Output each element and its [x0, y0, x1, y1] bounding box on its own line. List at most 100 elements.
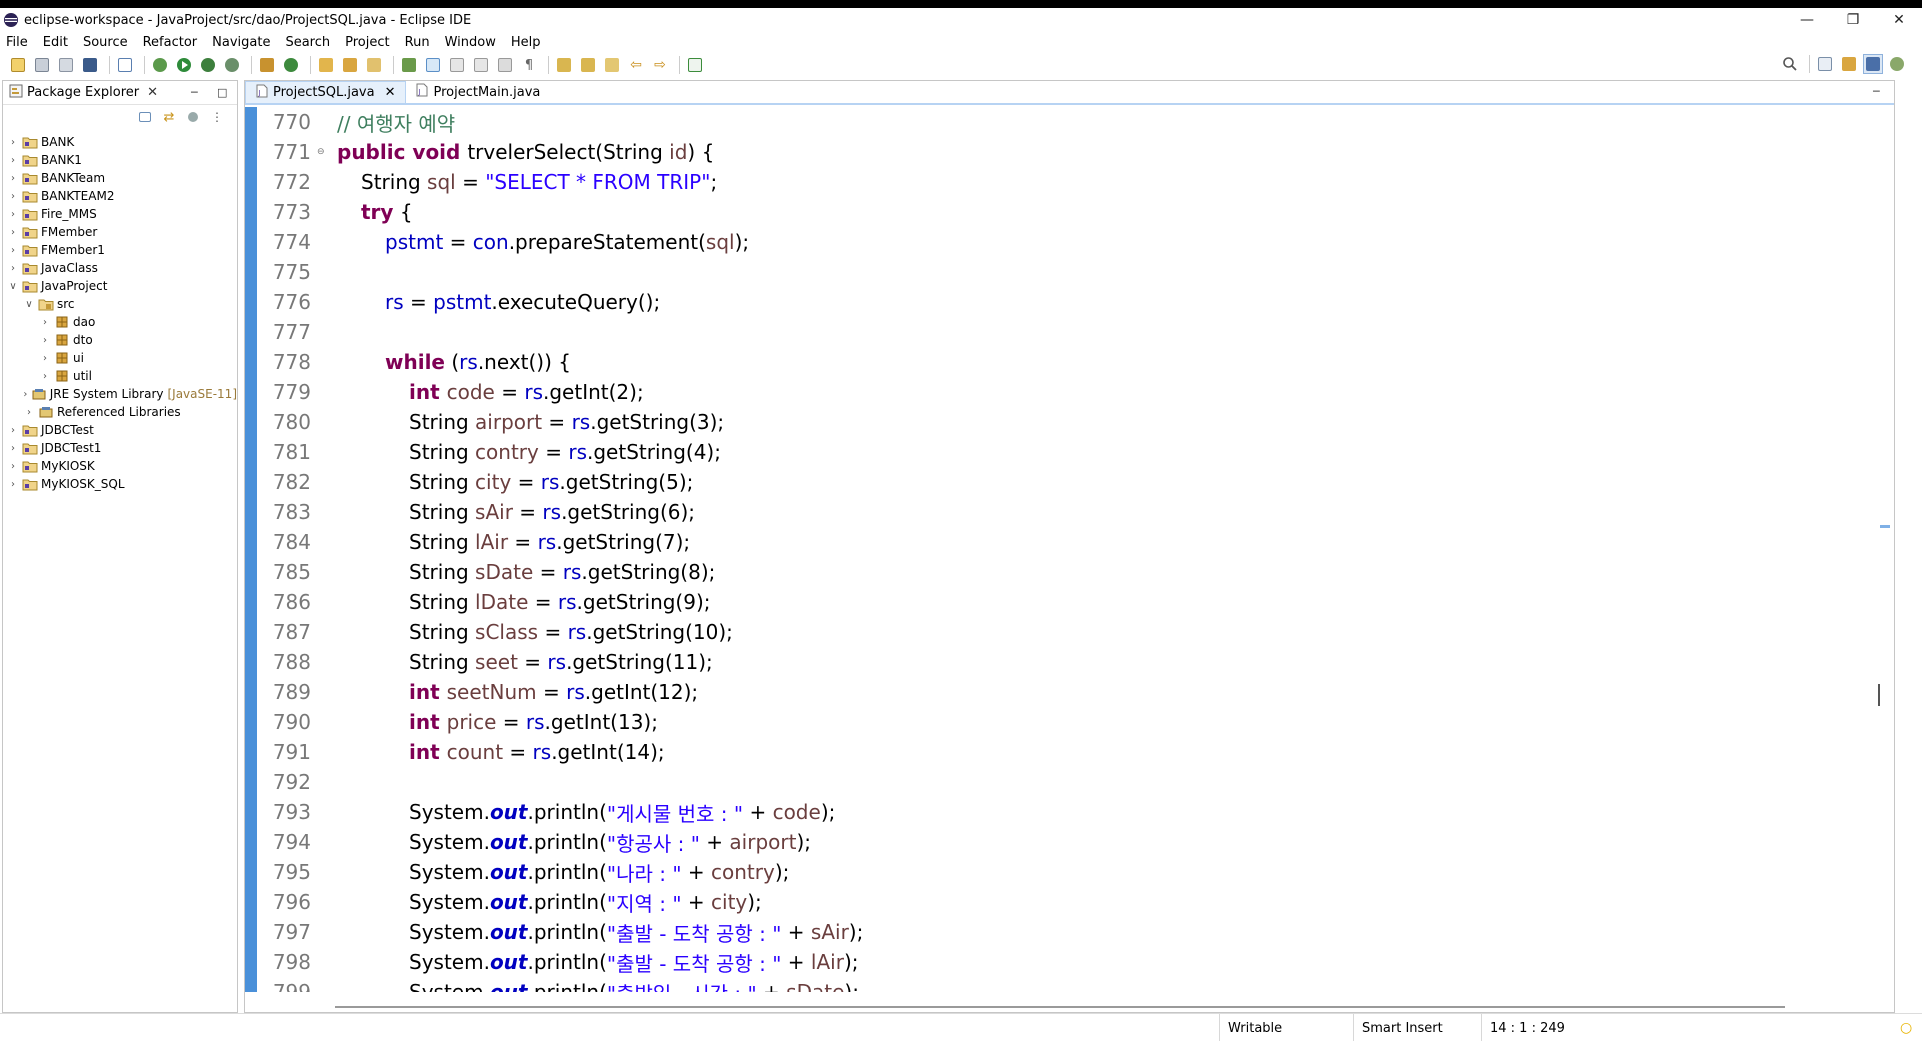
- menu-file[interactable]: File: [6, 35, 28, 50]
- next-annotation-icon[interactable]: [554, 55, 574, 75]
- code-line[interactable]: while (rs .next()) {: [327, 347, 1894, 377]
- horizontal-scrollbar[interactable]: [335, 1004, 1785, 1010]
- previous-annotation-icon[interactable]: [578, 55, 598, 75]
- chevron-right-icon[interactable]: ›: [39, 317, 51, 328]
- tree-item-bank1[interactable]: › BANK1: [3, 151, 237, 169]
- code-line[interactable]: String contry = rs .getString(4);: [327, 437, 1894, 467]
- external-tools-icon[interactable]: [222, 55, 242, 75]
- java-ee-perspective-icon[interactable]: [1839, 54, 1859, 74]
- code-editor[interactable]: 770 771 772 773 774 775 776 777 778 779 780 781 782 7…: [245, 107, 1894, 992]
- tree-item-referenced-libraries[interactable]: › Referenced Libraries: [3, 403, 237, 421]
- maximize-view-icon[interactable]: □: [217, 86, 227, 99]
- code-line[interactable]: String lAir = rs .getString(7);: [327, 527, 1894, 557]
- tree-item-fire-mms[interactable]: › Fire_MMS: [3, 205, 237, 223]
- pin-editor-icon[interactable]: [685, 55, 705, 75]
- menu-search[interactable]: Search: [285, 35, 330, 50]
- code-line[interactable]: String sDate = rs .getString(8);: [327, 557, 1894, 587]
- code-line[interactable]: [327, 257, 1894, 287]
- tree-item-ui[interactable]: › ui: [3, 349, 237, 367]
- tree-item-fmember[interactable]: › FMember: [3, 223, 237, 241]
- tree-item-dto[interactable]: › dto: [3, 331, 237, 349]
- new-java-class-icon[interactable]: [281, 55, 301, 75]
- menu-run[interactable]: Run: [405, 35, 430, 50]
- code-line[interactable]: System. out .println("게시물 번호 : " + code);: [327, 797, 1894, 827]
- filters-icon[interactable]: [183, 107, 203, 127]
- search-icon[interactable]: [1780, 54, 1800, 74]
- code-line[interactable]: String lDate = rs .getString(9);: [327, 587, 1894, 617]
- back-icon[interactable]: ⇦: [626, 55, 646, 75]
- chevron-right-icon[interactable]: ›: [7, 479, 19, 490]
- save-icon[interactable]: [32, 55, 52, 75]
- chevron-right-icon[interactable]: ›: [7, 227, 19, 238]
- word-wrap-icon[interactable]: [471, 55, 491, 75]
- menu-window[interactable]: Window: [445, 35, 496, 50]
- fold-toggle-icon[interactable]: ⊖: [317, 137, 327, 167]
- overview-marker[interactable]: [1878, 684, 1880, 706]
- open-task-icon[interactable]: [340, 55, 360, 75]
- code-line[interactable]: rs = pstmt .executeQuery();: [327, 287, 1894, 317]
- menu-source[interactable]: Source: [83, 35, 128, 50]
- chevron-right-icon[interactable]: ›: [7, 209, 19, 220]
- chevron-right-icon[interactable]: ›: [7, 137, 19, 148]
- chevron-down-icon[interactable]: ∨: [7, 281, 19, 292]
- tree-item-mykiosk-sql[interactable]: › MyKIOSK_SQL: [3, 475, 237, 493]
- code-line[interactable]: String sClass = rs .getString(10);: [327, 617, 1894, 647]
- chevron-right-icon[interactable]: ›: [7, 245, 19, 256]
- new-java-package-icon[interactable]: [257, 55, 277, 75]
- tab-projectmain[interactable]: J ProjectMain.java: [406, 81, 550, 103]
- link-with-editor-icon[interactable]: ⇄: [159, 107, 179, 127]
- tree-item-util[interactable]: › util: [3, 367, 237, 385]
- code-line[interactable]: [327, 767, 1894, 797]
- minimize-view-icon[interactable]: ─: [191, 86, 198, 99]
- toggle-mark-occurrences-icon[interactable]: [399, 55, 419, 75]
- chevron-down-icon[interactable]: ∨: [23, 299, 35, 310]
- chevron-right-icon[interactable]: ›: [39, 335, 51, 346]
- chevron-right-icon[interactable]: ›: [7, 461, 19, 472]
- chevron-right-icon[interactable]: ›: [7, 155, 19, 166]
- minimize-view-icon[interactable]: ─: [1873, 85, 1880, 98]
- code-line[interactable]: String city = rs .getString(5);: [327, 467, 1894, 497]
- code-line[interactable]: System.out.println("출발일 - 시간 : " + sDate…: [327, 977, 1894, 992]
- tree-item-jre-system-library[interactable]: › JRE System Library [JavaSE-11]: [3, 385, 237, 403]
- code-line[interactable]: int price = rs .getInt(13);: [327, 707, 1894, 737]
- tree-item-fmember1[interactable]: › FMember1: [3, 241, 237, 259]
- code-line[interactable]: String sql = "SELECT * FROM TRIP";: [327, 167, 1894, 197]
- tree-item-javaproject[interactable]: ∨ JavaProject: [3, 277, 237, 295]
- code-line[interactable]: System. out .println("출발 - 도착 공항 : " + lAi…: [327, 947, 1894, 977]
- chevron-right-icon[interactable]: ›: [23, 389, 28, 400]
- chevron-right-icon[interactable]: ›: [7, 191, 19, 202]
- lightbulb-icon[interactable]: ○: [1900, 1020, 1912, 1036]
- menu-help[interactable]: Help: [511, 35, 541, 50]
- close-icon[interactable]: ✕: [385, 85, 396, 100]
- restore-icon[interactable]: ❐: [1830, 8, 1876, 32]
- overview-ruler[interactable]: [1878, 107, 1892, 992]
- save-all-icon[interactable]: [56, 55, 76, 75]
- show-whitespace-icon[interactable]: [495, 55, 515, 75]
- chevron-right-icon[interactable]: ›: [7, 443, 19, 454]
- open-type-icon[interactable]: [316, 55, 336, 75]
- code-line[interactable]: pstmt = con .prepareStatement(sql);: [327, 227, 1894, 257]
- package-explorer-tab[interactable]: Package Explorer ✕: [3, 81, 237, 105]
- skip-breakpoints-icon[interactable]: [115, 55, 135, 75]
- debug-icon[interactable]: [150, 55, 170, 75]
- code-line[interactable]: public void trvelerSelect(String id) {: [327, 137, 1894, 167]
- chevron-right-icon[interactable]: ›: [7, 173, 19, 184]
- tree-item-mykiosk[interactable]: › MyKIOSK: [3, 457, 237, 475]
- code-line[interactable]: System. out .println("항공사 : " + airport);: [327, 827, 1894, 857]
- tree-item-javaclass[interactable]: › JavaClass: [3, 259, 237, 277]
- code-line[interactable]: System. out .println("지역 : " + city);: [327, 887, 1894, 917]
- search-tool-icon[interactable]: [364, 55, 384, 75]
- chevron-right-icon[interactable]: ›: [7, 263, 19, 274]
- terminal-icon[interactable]: [80, 55, 100, 75]
- tree-item-src[interactable]: ∨ src: [3, 295, 237, 313]
- tree-item-jdbctest[interactable]: › JDBCTest: [3, 421, 237, 439]
- toggle-highlight-icon[interactable]: [423, 55, 443, 75]
- tree-item-bank[interactable]: › BANK: [3, 133, 237, 151]
- last-edit-location-icon[interactable]: [602, 55, 622, 75]
- menu-refactor[interactable]: Refactor: [143, 35, 198, 50]
- menu-navigate[interactable]: Navigate: [212, 35, 270, 50]
- tree-item-bankteam[interactable]: › BANKTeam: [3, 169, 237, 187]
- code-line[interactable]: int seetNum = rs .getInt(12);: [327, 677, 1894, 707]
- minimize-icon[interactable]: —: [1784, 8, 1830, 32]
- scrollbar-thumb[interactable]: [335, 1006, 1785, 1008]
